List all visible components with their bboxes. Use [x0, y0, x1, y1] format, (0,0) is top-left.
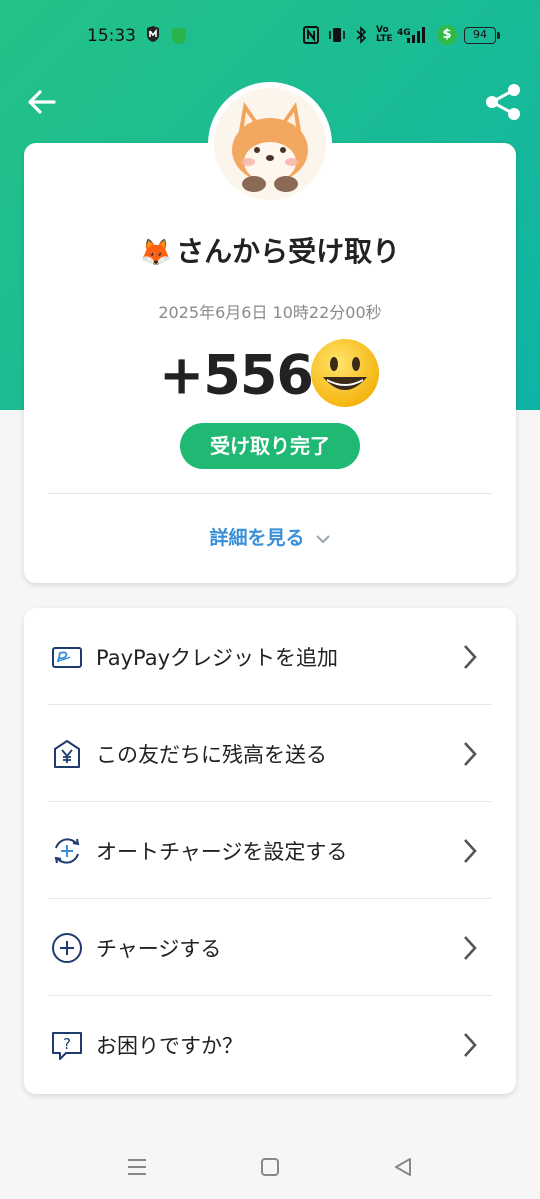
received-status-badge: 受け取り完了 [180, 423, 360, 469]
arrow-left-icon [28, 90, 56, 114]
bluetooth-icon [355, 26, 367, 49]
signal-icon [405, 26, 429, 49]
view-details-link[interactable]: 詳細を見る [24, 523, 516, 550]
system-nav-bar [0, 1140, 540, 1199]
battery-indicator: 94 [464, 27, 500, 44]
credit-card-icon [52, 647, 82, 668]
sender-avatar[interactable] [208, 82, 332, 206]
amount-value: +556 [159, 343, 314, 407]
help-bubble-icon: ? [52, 1032, 82, 1060]
auto-charge-icon [54, 838, 80, 864]
menu-item-auto-charge[interactable]: オートチャージを設定する [24, 802, 516, 899]
smiley-emoji-icon [310, 339, 379, 407]
cash-app-icon: $ [437, 25, 457, 45]
chevron-right-icon [464, 936, 477, 960]
card-divider [48, 493, 492, 494]
receipt-card: 🦊 さんから受け取り 2025年6月6日 10時22分00秒 +556 受け取り完… [24, 143, 516, 583]
menu-item-charge[interactable]: チャージする [24, 899, 516, 996]
amount-row: +556 [24, 339, 516, 415]
fox-avatar-image [214, 88, 326, 200]
back-nav-button[interactable] [390, 1154, 416, 1180]
svg-text:?: ? [63, 1035, 71, 1053]
menu-item-label: この友だちに残高を送る [96, 743, 327, 767]
receipt-title: 🦊 さんから受け取り [24, 230, 516, 270]
menu-item-send-balance[interactable]: この友だちに残高を送る [24, 705, 516, 802]
chevron-down-icon [315, 534, 330, 543]
menu-item-label: チャージする [96, 937, 222, 961]
status-time: 15:33 [87, 26, 136, 46]
transaction-timestamp: 2025年6月6日 10時22分00秒 [158, 303, 382, 322]
share-icon [486, 84, 520, 120]
share-button[interactable] [483, 82, 523, 122]
menu-item-label: PayPayクレジットを追加 [96, 646, 339, 670]
receipt-title-text: さんから受け取り [176, 235, 401, 268]
menu-item-label: お困りですか？ [96, 1034, 243, 1058]
security-app-icon [172, 28, 186, 44]
menu-item-label: オートチャージを設定する [96, 840, 348, 864]
menu-item-help[interactable]: ? お困りですか？ [24, 996, 516, 1093]
yen-send-icon [54, 740, 80, 768]
chevron-right-icon [464, 742, 477, 766]
plus-circle-icon [52, 933, 82, 963]
home-button[interactable] [257, 1154, 283, 1180]
sender-fox-emoji: 🦊 [139, 238, 173, 268]
recent-apps-button[interactable] [124, 1154, 150, 1180]
nfc-icon [303, 26, 319, 49]
actions-menu: PayPayクレジットを追加 この友だちに残高を送る オートチャージを設定する … [24, 608, 516, 1094]
chevron-right-icon [464, 839, 477, 863]
menu-item-add-credit[interactable]: PayPayクレジットを追加 [24, 608, 516, 705]
volte-icon: Vo LTE [376, 25, 393, 44]
chevron-right-icon [464, 645, 477, 669]
view-details-label: 詳細を見る [209, 527, 305, 549]
chevron-right-icon [464, 1033, 477, 1057]
status-bar: 15:33 Vo LTE 4G $ 94 [0, 0, 540, 72]
m-shield-icon [145, 26, 161, 47]
back-button[interactable] [24, 84, 60, 120]
vibrate-icon [328, 26, 346, 49]
